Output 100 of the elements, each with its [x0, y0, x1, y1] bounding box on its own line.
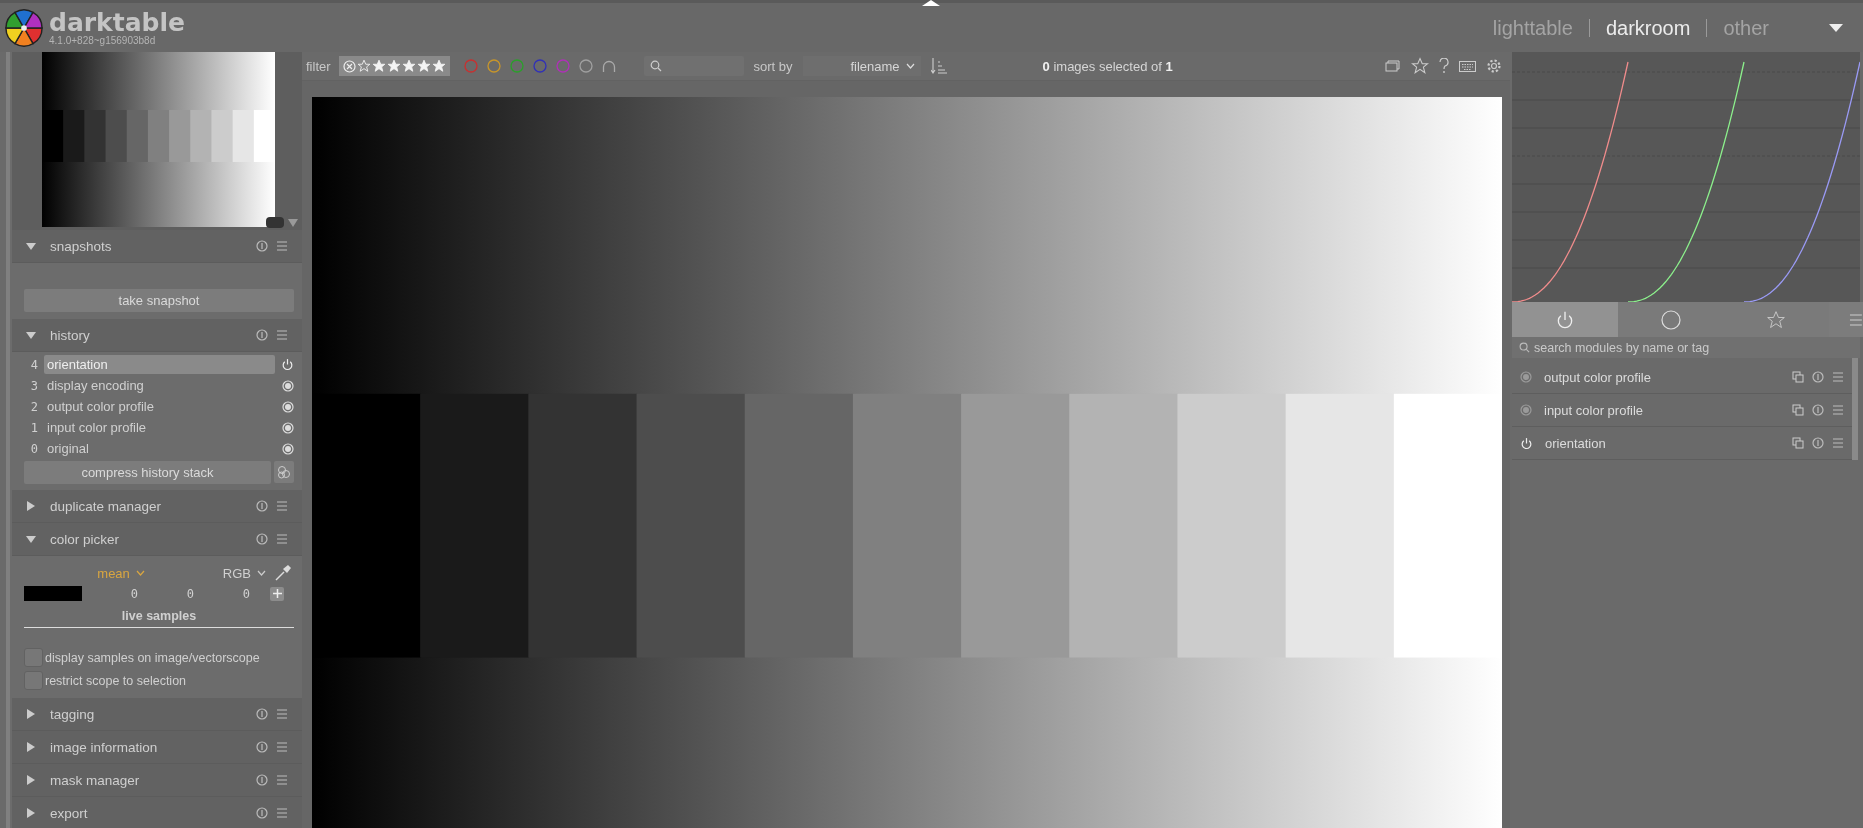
- history-item[interactable]: input color profile: [44, 418, 276, 437]
- module-title: history: [50, 327, 90, 343]
- info-icon[interactable]: [256, 741, 268, 753]
- module-header[interactable]: snapshots: [12, 230, 302, 263]
- star-icon[interactable]: [1411, 57, 1429, 75]
- sort-label: sort by: [753, 58, 793, 74]
- color-label-filter[interactable]: [463, 59, 478, 73]
- collapse-triangle-icon[interactable]: [26, 241, 36, 251]
- zoom-level-icon[interactable]: [266, 217, 284, 228]
- channel-value: 0: [185, 586, 194, 601]
- info-icon[interactable]: [1812, 437, 1824, 449]
- menu-icon[interactable]: [276, 708, 288, 720]
- sort-dropdown[interactable]: filename: [802, 56, 921, 76]
- module-title: orientation: [1545, 435, 1606, 451]
- color-mode-dropdown[interactable]: RGB: [222, 565, 266, 581]
- menu-icon[interactable]: [1832, 404, 1844, 416]
- menu-icon[interactable]: [1832, 371, 1844, 383]
- view-tab[interactable]: other: [1706, 18, 1785, 37]
- info-icon[interactable]: [256, 807, 268, 819]
- color-label-filter[interactable]: [532, 59, 547, 73]
- history-item[interactable]: display encoding: [44, 376, 276, 395]
- color-label-filter[interactable]: [578, 59, 593, 73]
- menu-icon[interactable]: [276, 774, 288, 786]
- menu-icon[interactable]: [276, 807, 288, 819]
- dropdown-arrow-icon[interactable]: [1829, 23, 1843, 32]
- expand-triangle-icon[interactable]: [26, 775, 36, 785]
- info-icon[interactable]: [256, 329, 268, 341]
- sort-order-icon[interactable]: [930, 57, 947, 75]
- settings-icon[interactable]: [1486, 58, 1502, 74]
- info-icon[interactable]: [256, 774, 268, 786]
- grouping-icon[interactable]: [1385, 59, 1401, 73]
- expand-triangle-icon[interactable]: [26, 742, 36, 752]
- info-icon[interactable]: [1812, 371, 1824, 383]
- duplicate-icon[interactable]: [1792, 404, 1804, 416]
- module-title: duplicate manager: [50, 498, 162, 514]
- star-icon: [1766, 309, 1787, 330]
- module-header[interactable]: tagging: [12, 698, 302, 731]
- expand-triangle-icon[interactable]: [26, 808, 36, 818]
- menu-icon[interactable]: [276, 240, 288, 252]
- info-icon[interactable]: [256, 500, 268, 512]
- module-header[interactable]: image information: [12, 731, 302, 764]
- module-header[interactable]: duplicate manager: [12, 490, 302, 523]
- filter-label: filter: [306, 58, 331, 74]
- power-icon[interactable]: [281, 358, 294, 371]
- collapse-triangle-icon[interactable]: [26, 534, 36, 544]
- menu-icon[interactable]: [276, 500, 288, 512]
- history-item[interactable]: output color profile: [44, 397, 276, 416]
- menu-icon[interactable]: [1849, 312, 1863, 327]
- module-header[interactable]: color picker: [12, 523, 302, 556]
- logo-icon: [5, 8, 43, 47]
- expand-triangle-icon[interactable]: [26, 501, 36, 511]
- add-sample-button[interactable]: [270, 586, 284, 601]
- circle-icon: [1660, 309, 1681, 330]
- chevron-icon: [135, 570, 145, 576]
- star-icon: [371, 59, 386, 73]
- radio-dot-icon[interactable]: [1520, 371, 1532, 383]
- color-swatch: [24, 586, 82, 601]
- menu-icon[interactable]: [276, 533, 288, 545]
- collapse-arrow-icon[interactable]: [922, 0, 940, 6]
- menu-icon[interactable]: [1832, 437, 1844, 449]
- style-button[interactable]: [273, 461, 294, 483]
- rating-filter[interactable]: [338, 56, 450, 76]
- help-icon[interactable]: [1439, 58, 1449, 74]
- module-header[interactable]: history: [12, 319, 302, 352]
- star-icon: [356, 59, 371, 73]
- keyboard-icon[interactable]: [1459, 60, 1476, 72]
- color-label-filter[interactable]: [486, 59, 501, 73]
- statistic-dropdown[interactable]: mean: [97, 565, 145, 581]
- info-icon[interactable]: [256, 240, 268, 252]
- history-item[interactable]: orientation: [44, 355, 275, 374]
- module-title: input color profile: [1544, 402, 1643, 418]
- duplicate-icon[interactable]: [1792, 371, 1804, 383]
- search-field[interactable]: [643, 56, 744, 76]
- app-version: 4.1.0+828~g156903b8d: [49, 35, 157, 46]
- color-label-filter[interactable]: [509, 59, 524, 73]
- caret-icon[interactable]: [288, 218, 298, 227]
- menu-icon[interactable]: [276, 329, 288, 341]
- arch-icon[interactable]: [601, 59, 616, 73]
- expand-triangle-icon[interactable]: [26, 709, 36, 719]
- info-icon[interactable]: [256, 708, 268, 720]
- radio-dot-icon[interactable]: [1520, 404, 1532, 416]
- collapse-triangle-icon[interactable]: [26, 330, 36, 340]
- info-icon[interactable]: [1812, 404, 1824, 416]
- compress-history-button[interactable]: compress history stack: [24, 460, 271, 484]
- history-item[interactable]: original: [44, 439, 276, 458]
- module-title: mask manager: [50, 772, 140, 788]
- history-number: 1: [29, 420, 38, 435]
- menu-icon[interactable]: [276, 741, 288, 753]
- view-tab[interactable]: lighttable: [1476, 18, 1589, 37]
- info-icon[interactable]: [256, 533, 268, 545]
- view-tab[interactable]: darkroom: [1588, 18, 1707, 37]
- power-icon[interactable]: [1520, 436, 1533, 450]
- module-header[interactable]: export: [12, 797, 302, 828]
- module-title: image information: [50, 739, 158, 755]
- module-search-field[interactable]: search modules by name or tag: [1512, 337, 1860, 358]
- take-snapshot-button[interactable]: take snapshot: [24, 289, 294, 312]
- color-label-filter[interactable]: [555, 59, 570, 73]
- module-header[interactable]: mask manager: [12, 764, 302, 797]
- eyedropper-icon[interactable]: [274, 564, 292, 582]
- duplicate-icon[interactable]: [1792, 437, 1804, 449]
